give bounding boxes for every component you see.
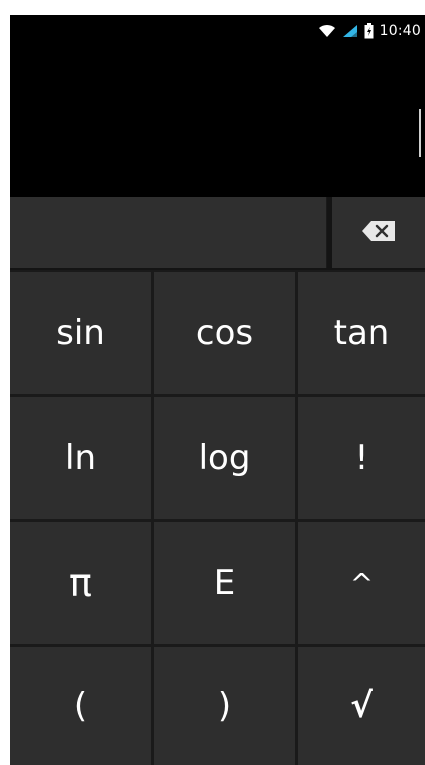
right-paren-button[interactable]: ) (154, 647, 295, 765)
text-cursor (419, 109, 421, 157)
tan-button[interactable]: tan (298, 272, 425, 394)
backspace-button[interactable] (332, 197, 425, 268)
status-bar: 10:40 (10, 15, 425, 47)
wifi-icon (318, 24, 336, 38)
signal-icon (342, 24, 358, 38)
ln-button[interactable]: ln (10, 397, 151, 519)
sin-button[interactable]: sin (10, 272, 151, 394)
advanced-keypad: sin cos tan ln log ! π E ^ ( ) √ (10, 270, 425, 765)
sqrt-button[interactable]: √ (298, 647, 425, 765)
left-paren-button[interactable]: ( (10, 647, 151, 765)
calculator-screen: 10:40 sin cos tan ln log ! π E ^ ( ) √ (10, 15, 425, 765)
cos-button[interactable]: cos (154, 272, 295, 394)
backspace-icon (361, 220, 396, 245)
status-time: 10:40 (379, 23, 421, 39)
input-row (10, 197, 425, 270)
formula-input[interactable] (10, 197, 327, 268)
power-button[interactable]: ^ (298, 522, 425, 644)
e-button[interactable]: E (154, 522, 295, 644)
pi-button[interactable]: π (10, 522, 151, 644)
result-display (10, 47, 425, 197)
log-button[interactable]: log (154, 397, 295, 519)
factorial-button[interactable]: ! (298, 397, 425, 519)
battery-icon (364, 23, 374, 39)
